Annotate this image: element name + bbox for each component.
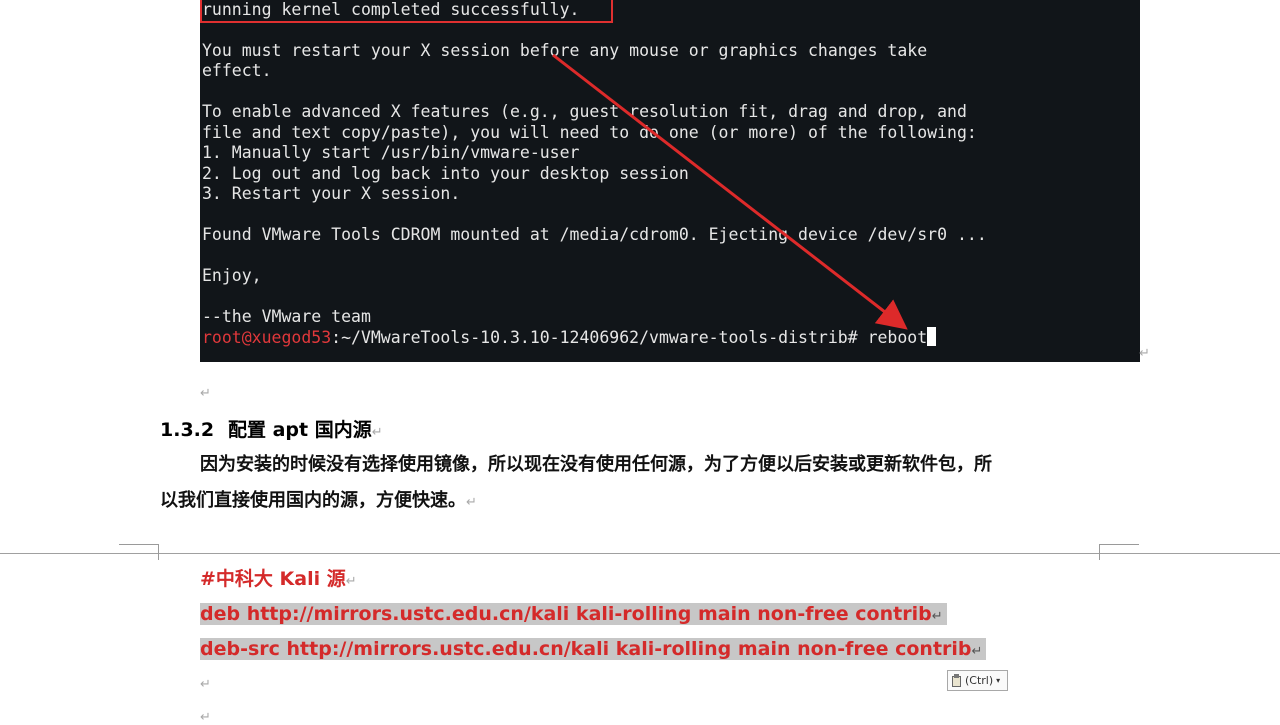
mirror-comment: #中科大 Kali 源↵ <box>200 562 357 596</box>
terminal-line: To enable advanced X features (e.g., gue… <box>202 102 967 121</box>
terminal-line: Found VMware Tools CDROM mounted at /med… <box>202 225 987 244</box>
terminal-line: file and text copy/paste), you will need… <box>202 123 977 142</box>
section-heading: 1.3.2 配置 apt 国内源↵ <box>160 416 383 444</box>
terminal-line: You must restart your X session before a… <box>202 41 928 60</box>
return-mark: ↵ <box>1139 346 1150 361</box>
terminal-cursor <box>927 327 937 346</box>
terminal-line: Enjoy, <box>202 266 262 285</box>
heading-number: 1.3.2 <box>160 419 215 441</box>
margin-corner-left <box>119 544 159 560</box>
prompt-path: :~/VMwareTools-10.3.10-12406962/vmware-t… <box>331 328 928 347</box>
comment-text: #中科大 Kali 源 <box>200 568 346 590</box>
terminal-line: --the VMware team <box>202 307 371 326</box>
heading-text: 配置 apt 国内源 <box>228 419 372 441</box>
chevron-down-icon: ▾ <box>996 676 1001 685</box>
terminal-line: running kernel completed successfully. <box>202 0 580 19</box>
prompt-user: root@xuegod53 <box>202 328 332 347</box>
deb-text: deb http://mirrors.ustc.edu.cn/kali kali… <box>200 603 932 625</box>
return-mark: ↵ <box>931 609 943 624</box>
terminal-line: 3. Restart your X session. <box>202 184 461 203</box>
paste-options-label: (Ctrl) <box>965 674 994 687</box>
return-mark: ↵ <box>345 574 357 589</box>
terminal-prompt: root@xuegod53:~/VMwareTools-10.3.10-1240… <box>202 327 937 347</box>
debsrc-text: deb-src http://mirrors.ustc.edu.cn/kali … <box>200 638 972 660</box>
return-mark: ↵ <box>200 386 211 401</box>
return-mark: ↵ <box>971 644 983 659</box>
selected-text: deb http://mirrors.ustc.edu.cn/kali kali… <box>200 603 947 625</box>
page-break-line <box>0 553 1280 554</box>
terminal-line: effect. <box>202 61 272 80</box>
margin-corner-right <box>1099 544 1139 560</box>
return-mark: ↵ <box>371 425 383 440</box>
paragraph-line: 因为安装的时候没有选择使用镜像，所以现在没有使用任何源，为了方便以后安装或更新软… <box>200 454 992 475</box>
paragraph-line-2: 以我们直接使用国内的源，方便快速。↵ <box>160 486 477 516</box>
return-mark: ↵ <box>466 495 477 510</box>
deb-source-line[interactable]: deb http://mirrors.ustc.edu.cn/kali kali… <box>200 597 947 631</box>
return-mark: ↵ <box>200 677 211 692</box>
return-mark: ↵ <box>200 710 211 725</box>
paste-options-button[interactable]: (Ctrl) ▾ <box>947 670 1008 691</box>
terminal-line: 1. Manually start /usr/bin/vmware-user <box>202 143 580 162</box>
terminal-line: 2. Log out and log back into your deskto… <box>202 164 689 183</box>
selected-text: deb-src http://mirrors.ustc.edu.cn/kali … <box>200 638 987 660</box>
paragraph-text: 以我们直接使用国内的源，方便快速。 <box>160 490 466 511</box>
terminal-screenshot: running kernel completed successfully. Y… <box>200 0 1140 362</box>
clipboard-icon <box>951 673 963 688</box>
debsrc-source-line[interactable]: deb-src http://mirrors.ustc.edu.cn/kali … <box>200 632 987 666</box>
